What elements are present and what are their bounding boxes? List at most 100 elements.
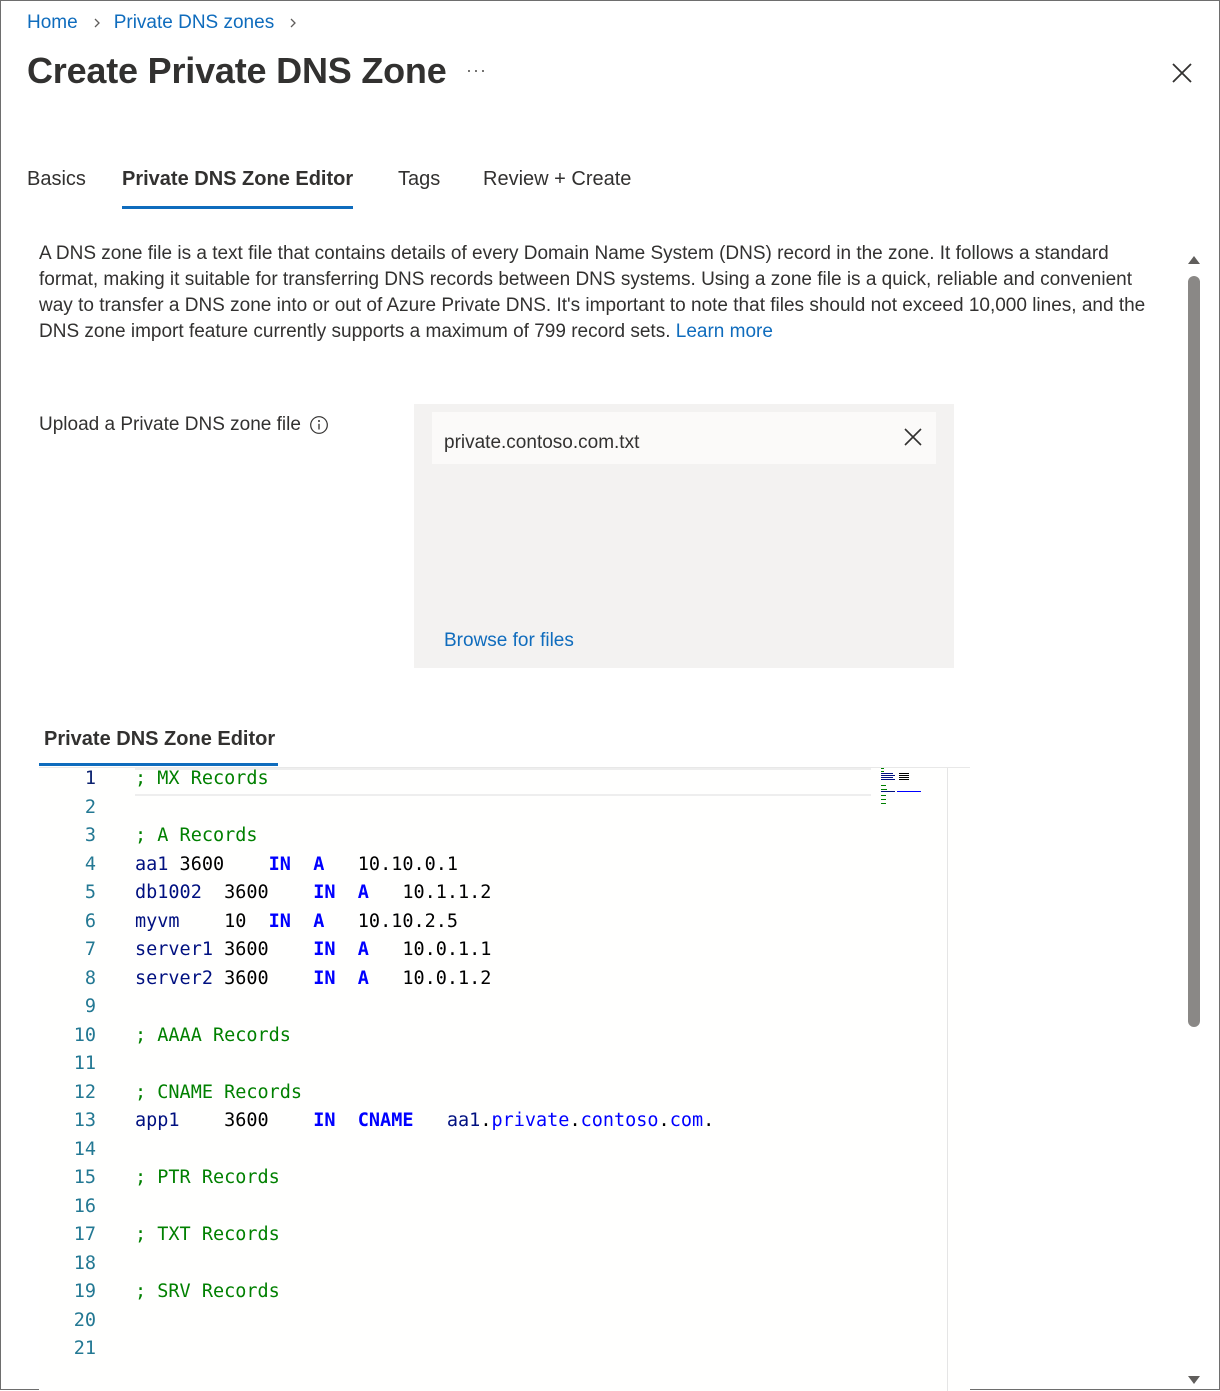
code-token: 10.0.1.2 [368,967,492,989]
more-options-button[interactable]: ··· [466,60,487,81]
browse-for-files-link[interactable]: Browse for files [444,630,574,652]
scroll-up-icon[interactable] [1188,252,1200,270]
tab-tags[interactable]: Tags [398,168,440,210]
code-text: db1002 3600 IN A 10.1.1.2 [135,882,491,903]
breadcrumb-home[interactable]: Home [27,12,78,34]
remove-file-close-icon[interactable] [902,426,924,448]
code-line[interactable]: 11 [39,1053,970,1081]
code-token: 3600 [201,882,314,903]
code-text: ; A Records [135,825,258,846]
code-token: server2 [135,967,213,989]
code-line[interactable]: 19 ; SRV Records [39,1281,970,1309]
code-text: ; CNAME Records [135,1082,302,1103]
tab-label: Basics [27,168,86,190]
code-token: 3600 [179,1110,314,1131]
code-text: ; TXT Records [135,1224,280,1245]
code-text: ; MX Records [135,768,269,789]
scrollbar-thumb[interactable] [1188,276,1200,1027]
code-text: myvm 10 IN A 10.10.2.5 [135,911,458,932]
code-line[interactable]: 17 ; TXT Records [39,1224,970,1252]
code-text: app1 3600 IN CNAME aa1.private.contoso.c… [135,1110,714,1131]
line-number: 1 [84,768,96,789]
code-line[interactable]: 20 [39,1310,970,1338]
code-token: . [703,1110,715,1131]
code-token: A [357,939,369,960]
active-tab-indicator [122,206,354,209]
line-number: 2 [84,796,96,818]
code-text: aa1 3600 IN A 10.10.0.1 [135,854,458,875]
zone-code-editor[interactable]: 1 ; MX Records 2 3 ; A Records 4 aa1 3600 IN A… [39,767,970,1391]
code-token: aa1 [135,853,169,875]
code-token: A [313,910,325,932]
line-number: 21 [73,1338,96,1359]
code-line[interactable]: 1 ; MX Records [39,768,970,796]
code-line[interactable]: 12 ; CNAME Records [39,1082,970,1110]
chevron-right-icon [92,18,102,28]
code-line[interactable]: 18 [39,1253,970,1281]
code-token: 3600 [168,853,269,875]
line-number: 11 [73,1053,96,1074]
breadcrumb-private-dns-zones[interactable]: Private DNS zones [114,12,275,34]
code-token: 10.10.0.1 [324,853,459,875]
code-line[interactable]: 9 [39,996,970,1024]
tab-review-create[interactable]: Review + Create [483,168,631,210]
code-token: ; TXT Records [135,1224,280,1245]
code-token: ; MX Records [135,768,269,789]
code-line[interactable]: 21 [39,1338,970,1366]
description-text: A DNS zone file is a text file that cont… [39,243,1146,342]
line-number: 16 [73,1195,96,1217]
code-token: IN [313,882,336,903]
code-token: 10.0.1.1 [368,939,492,960]
code-line[interactable]: 6 myvm 10 IN A 10.10.2.5 [39,911,970,939]
code-token: app1 [135,1110,180,1131]
code-line[interactable]: 8 server2 3600 IN A 10.0.1.2 [39,968,970,996]
line-number: 17 [73,1224,96,1245]
scroll-down-icon[interactable] [1188,1372,1200,1390]
code-line[interactable]: 3 ; A Records [39,825,970,853]
editor-tab[interactable]: Private DNS Zone Editor [39,722,278,766]
code-token: A [313,853,325,875]
selected-file: private.contoso.com.txt [432,412,936,464]
line-number: 5 [84,882,96,903]
code-line[interactable]: 15 ; PTR Records [39,1167,970,1195]
info-icon[interactable] [309,415,329,435]
code-token: ; PTR Records [135,1167,280,1188]
code-text: server1 3600 IN A 10.0.1.1 [135,939,491,960]
code-line[interactable]: 2 [39,797,970,825]
code-line[interactable]: 5 db1002 3600 IN A 10.1.1.2 [39,882,970,910]
code-token: ; SRV Records [135,1281,280,1302]
code-line[interactable]: 4 aa1 3600 IN A 10.10.0.1 [39,854,970,882]
code-token: . [658,1110,670,1131]
code-line[interactable]: 13 app1 3600 IN CNAME aa1.private.contoso… [39,1110,970,1138]
code-text: ; SRV Records [135,1281,280,1302]
code-line[interactable]: 14 [39,1139,970,1167]
code-token: db1002 [135,882,202,903]
tab-private-dns-zone-editor[interactable]: Private DNS Zone Editor [122,168,354,210]
code-token: 10 [179,910,269,932]
tab-label: Tags [398,168,441,190]
code-line[interactable]: 10 ; AAAA Records [39,1025,970,1053]
close-icon[interactable] [1168,59,1196,87]
code-token: server1 [135,939,213,960]
tab-label: Private DNS Zone Editor [122,168,354,190]
line-number: 18 [73,1252,96,1274]
page-title: Create Private DNS Zone [27,50,447,91]
code-line[interactable]: 7 server1 3600 IN A 10.0.1.1 [39,939,970,967]
zone-file-description: A DNS zone file is a text file that cont… [39,241,1149,345]
code-token: . [480,1110,492,1131]
learn-more-link[interactable]: Learn more [676,321,773,342]
code-token: 3600 [212,967,314,989]
file-dropzone[interactable]: private.contoso.com.txt Browse for files [414,404,954,668]
line-number: 13 [73,1110,96,1131]
code-token: ; CNAME Records [135,1081,303,1103]
code-line[interactable]: 16 [39,1196,970,1224]
editor-tab-indicator [39,763,278,766]
line-number: 10 [73,1024,96,1046]
tab-label: Review + Create [483,168,632,190]
tab-basics[interactable]: Basics [27,168,86,210]
line-number: 8 [84,967,96,989]
code-token: CNAME [357,1110,414,1131]
